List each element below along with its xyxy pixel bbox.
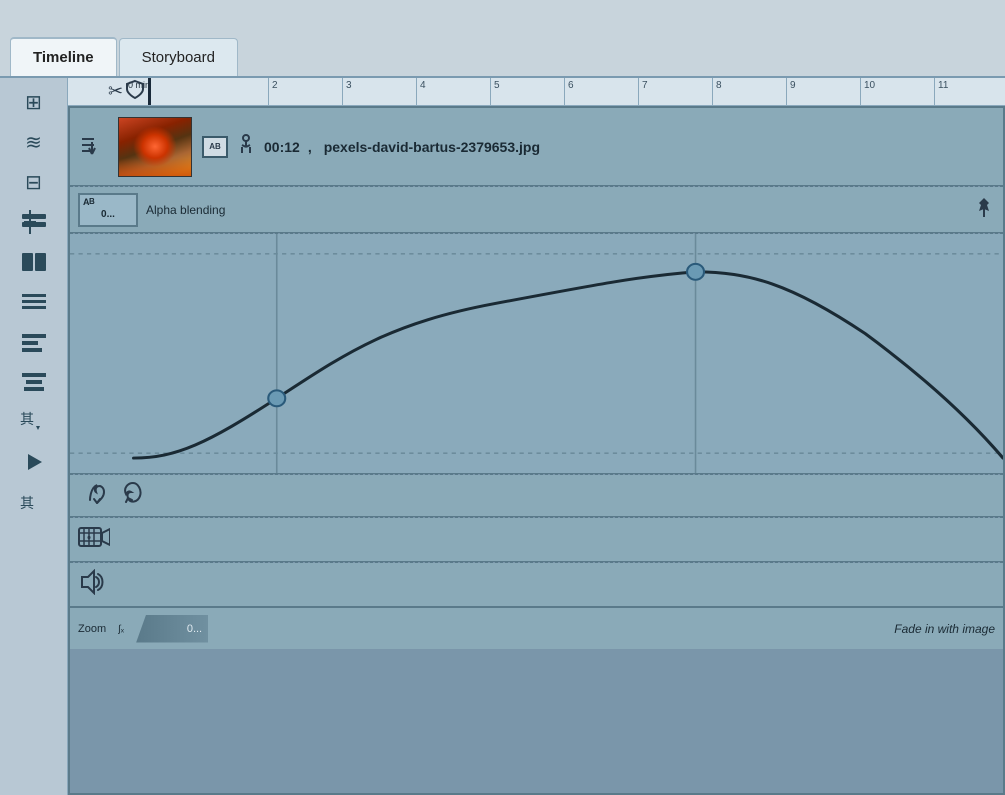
stack-center-icon[interactable] xyxy=(12,364,56,400)
curve-svg xyxy=(70,234,1003,473)
shield-icon[interactable] xyxy=(125,79,145,104)
ruler-mark-10: 10 xyxy=(860,78,934,105)
ruler-mark-4: 4 xyxy=(416,78,490,105)
layers-icon[interactable]: ≋ xyxy=(12,124,56,160)
ruler-mark-8: 8 xyxy=(712,78,786,105)
playhead[interactable] xyxy=(148,78,151,105)
ruler-mark-7: 7 xyxy=(638,78,712,105)
zoom-bar: Zoom ∫ₓ 0... Fade in with image xyxy=(70,607,1003,649)
track-info: AB 00:12, pexels-david-bartus-2 xyxy=(202,133,995,160)
track-link-icon xyxy=(236,133,256,160)
scroll-icon[interactable] xyxy=(82,478,112,513)
zoom-value: 0... xyxy=(187,623,202,635)
add-track-icon[interactable] xyxy=(12,204,56,240)
audio-track xyxy=(70,563,1003,607)
ruler-mark-11: 11 xyxy=(934,78,1005,105)
fade-label: Fade in with image xyxy=(894,622,995,636)
ruler-mark-9: 9 xyxy=(786,78,860,105)
video-track xyxy=(70,518,1003,562)
subtitle-icon[interactable]: 其 xyxy=(12,404,56,440)
track-collapse-icon[interactable] xyxy=(78,135,98,158)
scroll-icon-2[interactable] xyxy=(118,478,148,513)
zoom-block[interactable]: 0... xyxy=(136,615,208,643)
zoom-label: Zoom xyxy=(78,623,106,635)
track-container: AB 00:12, pexels-david-bartus-2 xyxy=(68,106,1005,795)
trim-icon[interactable]: 其 xyxy=(12,484,56,520)
audio-icon[interactable] xyxy=(78,569,108,600)
alpha-value: 0... xyxy=(101,209,115,220)
svg-text:其: 其 xyxy=(20,411,34,427)
svg-text:其: 其 xyxy=(20,495,34,511)
sidebar: ⊞ ≋ ⊟ xyxy=(0,78,68,795)
svg-text:∫ₓ: ∫ₓ xyxy=(118,624,125,634)
play-icon[interactable] xyxy=(12,444,56,480)
align-left-icon[interactable] xyxy=(12,324,56,360)
filter-icon[interactable]: ⊟ xyxy=(12,164,56,200)
track-time: 00:12 xyxy=(264,139,300,155)
scroll-track xyxy=(70,475,1003,517)
grid-icon[interactable]: ⊞ xyxy=(12,84,56,120)
track-header: AB 00:12, pexels-david-bartus-2 xyxy=(70,108,1003,186)
track-thumbnail xyxy=(118,117,192,177)
tab-timeline[interactable]: Timeline xyxy=(10,37,117,76)
tab-storyboard[interactable]: Storyboard xyxy=(119,38,238,76)
ruler-mark-6: 6 xyxy=(564,78,638,105)
alpha-section: A B 0... Alpha blending xyxy=(70,187,1003,233)
timeline-area: ✂ 0 min 2 3 4 5 6 7 8 9 10 xyxy=(68,78,1005,795)
alpha-block[interactable]: A B 0... xyxy=(78,193,138,227)
ruler-mark-5: 5 xyxy=(490,78,564,105)
ab-icon: AB xyxy=(202,136,228,158)
ruler-mark-2: 2 xyxy=(268,78,342,105)
pin-icon[interactable] xyxy=(975,196,993,223)
list-icon[interactable] xyxy=(12,284,56,320)
alpha-label: Alpha blending xyxy=(146,203,225,217)
ruler: ✂ 0 min 2 3 4 5 6 7 8 9 10 xyxy=(68,78,1005,106)
tab-bar: Timeline Storyboard xyxy=(0,0,1005,78)
split-icon[interactable] xyxy=(12,244,56,280)
curve-area[interactable] xyxy=(70,234,1003,474)
zoom-fx-icon[interactable]: ∫ₓ xyxy=(118,620,134,637)
main-layout: ⊞ ≋ ⊟ xyxy=(0,78,1005,795)
scissor-icon[interactable]: ✂ xyxy=(108,81,123,102)
ruler-mark-3: 3 xyxy=(342,78,416,105)
track-filename: pexels-david-bartus-2379653.jpg xyxy=(324,139,540,155)
video-icon[interactable] xyxy=(78,525,110,554)
